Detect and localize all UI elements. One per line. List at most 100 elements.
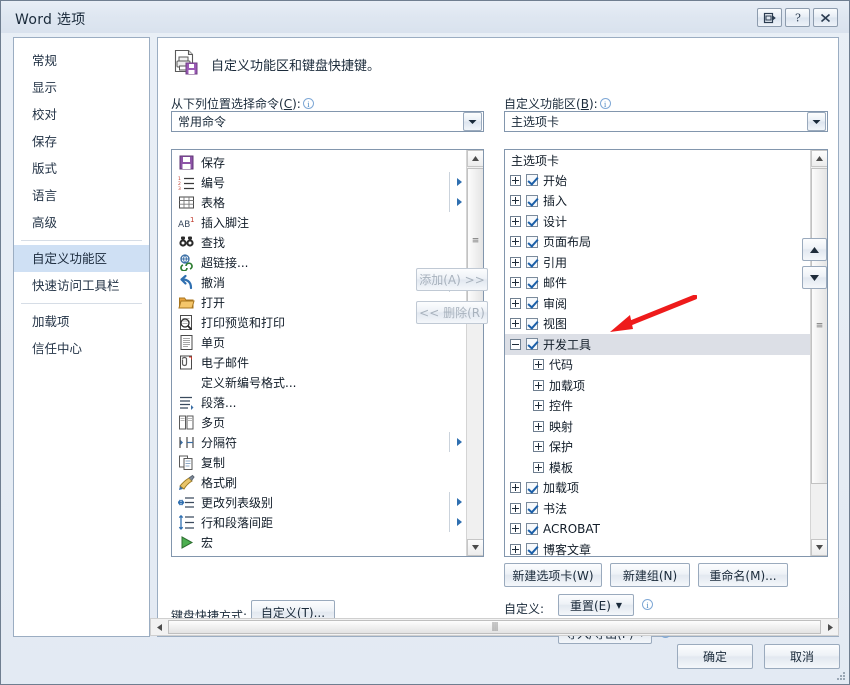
- submenu-arrow-icon[interactable]: [449, 172, 462, 192]
- command-list-item[interactable]: 查找: [172, 232, 466, 252]
- help-button[interactable]: ?: [785, 8, 810, 27]
- command-list-item[interactable]: 表格: [172, 192, 466, 212]
- tree-row[interactable]: 页面布局: [505, 232, 810, 253]
- scroll-down-button[interactable]: [811, 539, 827, 556]
- expand-plus-icon[interactable]: [510, 236, 521, 248]
- tree-row[interactable]: 代码: [505, 355, 810, 376]
- submenu-arrow-icon[interactable]: [449, 432, 462, 452]
- tree-row[interactable]: 加载项: [505, 375, 810, 396]
- tree-row-selected[interactable]: 开发工具: [505, 334, 810, 355]
- tree-row[interactable]: 映射: [505, 416, 810, 437]
- customize-ribbon-dropdown[interactable]: 主选项卡: [504, 111, 828, 132]
- tree-row[interactable]: 插入: [505, 191, 810, 212]
- sidebar-item-language[interactable]: 语言: [14, 182, 149, 209]
- tree-row[interactable]: 审阅: [505, 293, 810, 314]
- scroll-thumb[interactable]: ≡: [811, 168, 827, 484]
- command-list-item[interactable]: 单页: [172, 332, 466, 352]
- tree-row[interactable]: 开始: [505, 170, 810, 191]
- tree-item-checkbox[interactable]: [526, 522, 538, 535]
- reset-dropdown-button[interactable]: 重置(E) ▼: [558, 594, 634, 616]
- new-group-button[interactable]: 新建组(N): [610, 563, 690, 587]
- tree-item-checkbox[interactable]: [526, 317, 538, 330]
- expand-plus-icon[interactable]: [510, 256, 521, 268]
- restore-window-button[interactable]: [757, 8, 782, 27]
- tree-item-checkbox[interactable]: [526, 502, 538, 515]
- command-list-item[interactable]: 保存: [172, 152, 466, 172]
- tree-row[interactable]: 博客文章: [505, 539, 810, 556]
- expand-plus-icon[interactable]: [510, 318, 521, 330]
- command-list-item[interactable]: 定义新编号格式...: [172, 372, 466, 392]
- tree-row[interactable]: 加载项: [505, 478, 810, 499]
- info-icon-left[interactable]: i: [302, 98, 314, 109]
- scroll-thumb[interactable]: ≡: [467, 168, 483, 314]
- tree-row[interactable]: 设计: [505, 211, 810, 232]
- move-down-button[interactable]: [802, 266, 827, 289]
- tree-row[interactable]: 视图: [505, 314, 810, 335]
- tree-row[interactable]: 控件: [505, 396, 810, 417]
- chevron-down-icon[interactable]: [463, 112, 482, 131]
- expand-plus-icon[interactable]: [533, 461, 544, 473]
- remove-button[interactable]: << 删除(R): [416, 301, 488, 324]
- scroll-down-button[interactable]: [467, 539, 483, 556]
- scroll-left-button[interactable]: [151, 619, 167, 635]
- info-icon-right[interactable]: i: [599, 98, 611, 109]
- tree-item-checkbox[interactable]: [526, 256, 538, 269]
- submenu-arrow-icon[interactable]: [449, 492, 462, 512]
- command-list-item[interactable]: 行和段落间距: [172, 512, 466, 532]
- expand-plus-icon[interactable]: [510, 297, 521, 309]
- new-tab-button[interactable]: 新建选项卡(W): [504, 563, 602, 587]
- expand-plus-icon[interactable]: [533, 359, 544, 371]
- ribbon-tree-scrollbar[interactable]: ≡: [810, 150, 827, 556]
- tree-item-checkbox[interactable]: [526, 543, 538, 556]
- scroll-up-button[interactable]: [467, 150, 483, 167]
- command-list-item[interactable]: 格式刷: [172, 472, 466, 492]
- expand-plus-icon[interactable]: [510, 215, 521, 227]
- command-list-item[interactable]: 多页: [172, 412, 466, 432]
- options-category-list[interactable]: 常规 显示 校对 保存 版式 语言 高级 自定义功能区 快速访问工具栏 加载项 …: [13, 37, 150, 637]
- tree-row[interactable]: 模板: [505, 457, 810, 478]
- scroll-thumb[interactable]: |||: [168, 620, 821, 634]
- add-button[interactable]: 添加(A) >>: [416, 268, 488, 291]
- tree-item-checkbox[interactable]: [526, 297, 538, 310]
- command-list-item[interactable]: 电子邮件: [172, 352, 466, 372]
- expand-plus-icon[interactable]: [510, 482, 521, 494]
- sidebar-item-customize-ribbon[interactable]: 自定义功能区: [14, 245, 149, 272]
- sidebar-item-display[interactable]: 显示: [14, 74, 149, 101]
- sidebar-item-advanced[interactable]: 高级: [14, 209, 149, 236]
- collapse-minus-icon[interactable]: [510, 338, 521, 350]
- command-list-item[interactable]: 分隔符: [172, 432, 466, 452]
- command-list-item[interactable]: AB 1 插入脚注: [172, 212, 466, 232]
- info-icon-reset[interactable]: i: [642, 599, 653, 610]
- expand-plus-icon[interactable]: [510, 543, 521, 555]
- cancel-button[interactable]: 取消: [764, 644, 840, 669]
- command-list-item[interactable]: 复制: [172, 452, 466, 472]
- tree-row[interactable]: 保护: [505, 437, 810, 458]
- move-up-button[interactable]: [802, 238, 827, 261]
- tree-row[interactable]: 邮件: [505, 273, 810, 294]
- close-button[interactable]: [813, 8, 838, 27]
- command-list-item[interactable]: 更改列表级别: [172, 492, 466, 512]
- ribbon-tree-listbox[interactable]: 主选项卡 开始 插入 设计 页面布局 引用 邮件 审阅 视图 开发工具 代码 加载项 控件 映射 保护 模板…: [504, 149, 828, 557]
- tree-item-checkbox[interactable]: [526, 338, 538, 351]
- commands-list-scrollbar[interactable]: ≡: [466, 150, 483, 556]
- submenu-arrow-icon[interactable]: [449, 192, 462, 212]
- command-list-item[interactable]: 1 2 3 编号: [172, 172, 466, 192]
- sidebar-item-trust-center[interactable]: 信任中心: [14, 335, 149, 362]
- expand-plus-icon[interactable]: [533, 400, 544, 412]
- command-list-item[interactable]: 段落...: [172, 392, 466, 412]
- tree-row[interactable]: 书法: [505, 498, 810, 519]
- commands-listbox[interactable]: 保存 1 2 3 编号 表格 AB 1 插入脚注 查找 超链接... 撤消 打开 打印预览和打印 单页 电子邮…: [171, 149, 484, 557]
- expand-plus-icon[interactable]: [510, 195, 521, 207]
- sidebar-item-addins[interactable]: 加载项: [14, 308, 149, 335]
- ok-button[interactable]: 确定: [677, 644, 753, 669]
- expand-plus-icon[interactable]: [533, 420, 544, 432]
- tree-item-checkbox[interactable]: [526, 235, 538, 248]
- sidebar-item-save[interactable]: 保存: [14, 128, 149, 155]
- dialog-horizontal-scrollbar[interactable]: |||: [150, 618, 839, 636]
- command-list-item[interactable]: 宏: [172, 532, 466, 552]
- tree-item-checkbox[interactable]: [526, 481, 538, 494]
- command-list-item[interactable]: 恢复: [172, 552, 466, 557]
- resize-grip-icon[interactable]: [834, 670, 846, 682]
- rename-button[interactable]: 重命名(M)...: [698, 563, 788, 587]
- expand-plus-icon[interactable]: [510, 523, 521, 535]
